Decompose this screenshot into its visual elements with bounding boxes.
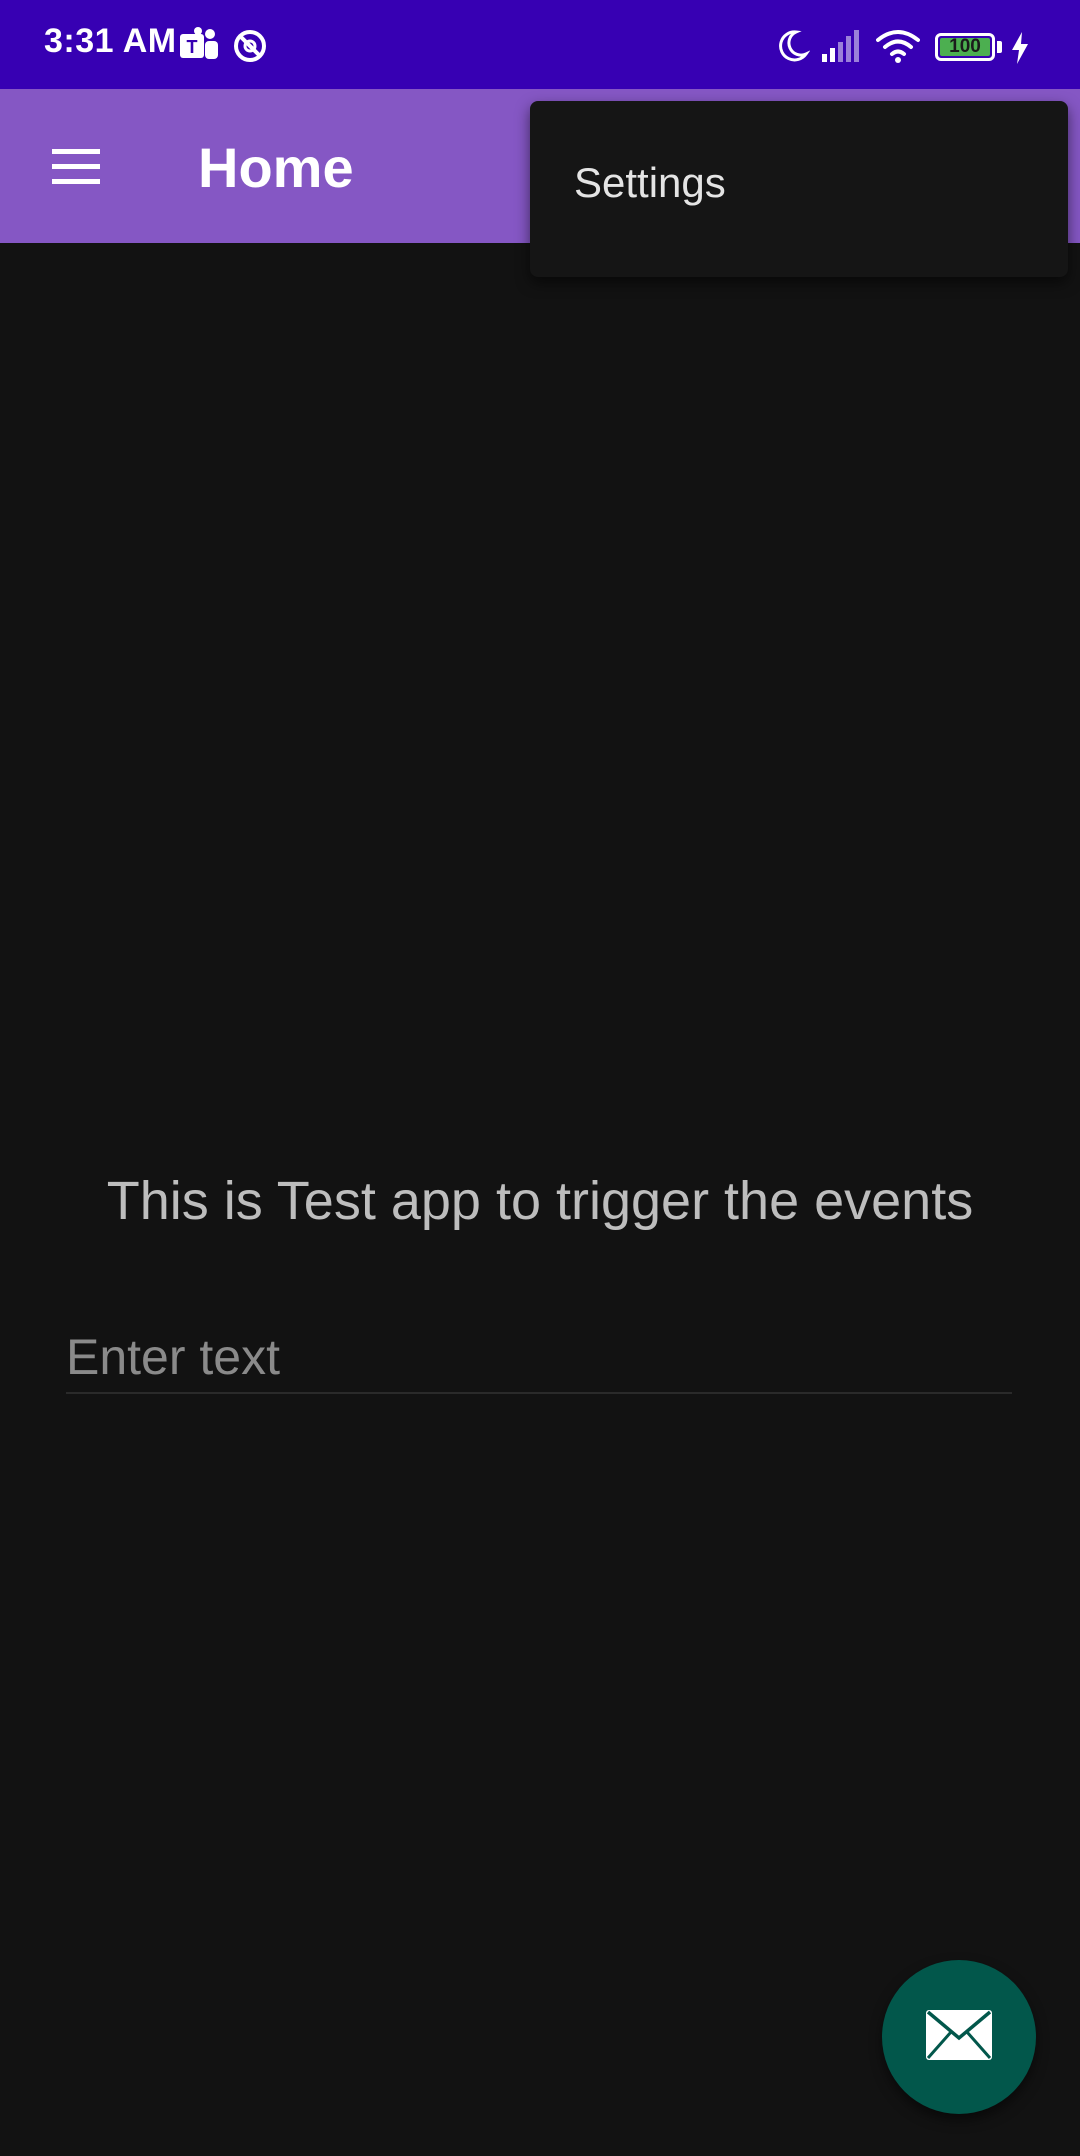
- moon-icon: [774, 28, 811, 69]
- menu-item-settings[interactable]: Settings: [530, 133, 1068, 233]
- email-icon: [926, 2010, 992, 2060]
- battery-level: 100: [949, 36, 981, 57]
- status-bar: 3:31 AM T 100: [0, 0, 1080, 89]
- wifi-icon: [876, 28, 920, 69]
- battery-icon: 100: [935, 33, 995, 61]
- text-input[interactable]: [66, 1322, 1012, 1394]
- email-fab-button[interactable]: [882, 1960, 1036, 2114]
- svg-text:T: T: [187, 37, 198, 57]
- do-not-disturb-icon: [232, 28, 268, 69]
- battery-nub: [997, 41, 1002, 53]
- hamburger-menu-icon[interactable]: [36, 127, 116, 207]
- status-time: 3:31 AM: [44, 22, 177, 60]
- charging-icon: [1010, 32, 1030, 69]
- screen: 3:31 AM T 100 Home Settings This is Test…: [0, 0, 1080, 2156]
- headline-text: This is Test app to trigger the events: [106, 1171, 974, 1231]
- teams-icon: T: [178, 26, 220, 71]
- page-title: Home: [198, 136, 354, 199]
- overflow-menu: Settings: [530, 101, 1068, 277]
- signal-icon: [820, 30, 862, 69]
